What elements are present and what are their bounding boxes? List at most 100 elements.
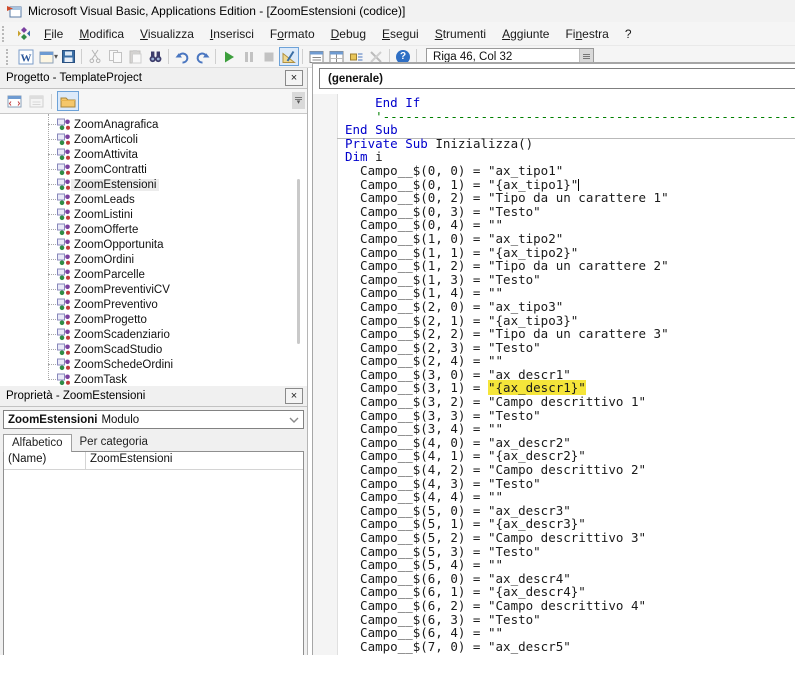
tree-item-zoomscadstudio[interactable]: ZoomScadStudio (0, 342, 307, 357)
code-line[interactable]: Campo__$(1, 3) = "Testo" (345, 273, 795, 287)
toolbar-grip-2[interactable] (6, 49, 13, 65)
tab-per-categoria[interactable]: Per categoria (72, 434, 156, 451)
toolbar-grip[interactable] (2, 26, 9, 42)
run-icon[interactable] (219, 47, 239, 66)
module-icon (57, 118, 71, 131)
save-icon[interactable] (58, 47, 78, 66)
code-line[interactable]: Campo__$(3, 2) = "Campo descrittivo 1" (345, 395, 795, 409)
code-line[interactable]: Campo__$(2, 2) = "Tipo da un carattere 3… (345, 327, 795, 341)
tree-item-zoompreventivo[interactable]: ZoomPreventivo (0, 297, 307, 312)
tab-alfabetico[interactable]: Alfabetico (3, 434, 72, 452)
menu-item-debug[interactable]: Debug (323, 24, 374, 44)
code-line[interactable]: End If (345, 96, 795, 110)
menu-item-finestra[interactable]: Finestra (557, 24, 616, 44)
tree-item-label: ZoomOrdini (71, 254, 137, 266)
design-mode-icon[interactable] (279, 47, 299, 66)
tree-item-zoomofferte[interactable]: ZoomOfferte (0, 222, 307, 237)
code-line[interactable]: Private Sub Inizializza() (345, 137, 795, 151)
margin-indicator-bar[interactable] (313, 94, 338, 655)
tree-item-label: ZoomProgetto (71, 314, 150, 326)
tree-item-label: ZoomListini (71, 209, 136, 221)
code-line[interactable]: Campo__$(6, 4) = "" (345, 626, 795, 640)
code-line[interactable]: End Sub (345, 123, 795, 137)
menu-item-file[interactable]: File (36, 24, 71, 44)
code-line[interactable]: Campo__$(2, 0) = "ax_tipo3" (345, 300, 795, 314)
code-line[interactable]: Campo__$(3, 1) = "{ax_descr1}" (345, 381, 795, 395)
view-code-icon[interactable] (4, 92, 24, 110)
menu-item-formato[interactable]: Formato (262, 24, 323, 44)
code-line[interactable]: Campo__$(2, 4) = "" (345, 354, 795, 368)
code-line[interactable]: '---------------------------------------… (345, 110, 795, 124)
code-line[interactable]: Campo__$(0, 2) = "Tipo da un carattere 1… (345, 191, 795, 205)
code-line[interactable]: Campo__$(3, 3) = "Testo" (345, 409, 795, 423)
code-line[interactable]: Campo__$(5, 3) = "Testo" (345, 545, 795, 559)
toggle-folders-icon[interactable] (57, 91, 79, 111)
code-line[interactable]: Campo__$(4, 4) = "" (345, 490, 795, 504)
code-line[interactable]: Campo__$(5, 4) = "" (345, 558, 795, 572)
properties-close-icon[interactable]: × (285, 388, 303, 404)
tree-item-zoomleads[interactable]: ZoomLeads (0, 192, 307, 207)
code-line[interactable]: Campo__$(5, 1) = "{ax_descr3}" (345, 517, 795, 531)
menu-item-modifica[interactable]: Modifica (71, 24, 132, 44)
code-editor[interactable]: End If '--------------------------------… (313, 94, 795, 655)
property-row: (Name) ZoomEstensioni (4, 452, 303, 470)
code-line[interactable]: Campo__$(5, 0) = "ax_descr3" (345, 504, 795, 518)
menu-item-visualizza[interactable]: Visualizza (132, 24, 202, 44)
menu-item-strumenti[interactable]: Strumenti (427, 24, 494, 44)
code-line[interactable]: Campo__$(1, 2) = "Tipo da un carattere 2… (345, 259, 795, 273)
undo-icon[interactable] (172, 47, 192, 66)
code-line[interactable]: Campo__$(4, 0) = "ax_descr2" (345, 436, 795, 450)
tree-item-zoomscadenziario[interactable]: ZoomScadenziario (0, 327, 307, 342)
code-line[interactable]: Campo__$(6, 0) = "ax_descr4" (345, 572, 795, 586)
find-icon[interactable] (145, 47, 165, 66)
code-line[interactable]: Campo__$(4, 2) = "Campo descrittivo 2" (345, 463, 795, 477)
code-line[interactable]: Campo__$(0, 4) = "" (345, 218, 795, 232)
scope-dropdown[interactable]: (generale) (319, 68, 795, 89)
tree-item-zoomestensioni[interactable]: ZoomEstensioni (0, 177, 307, 192)
tree-item-zoomarticoli[interactable]: ZoomArticoli (0, 132, 307, 147)
code-line[interactable]: Campo__$(6, 2) = "Campo descrittivo 4" (345, 599, 795, 613)
tree-item-zoomlistini[interactable]: ZoomListini (0, 207, 307, 222)
tree-item-zoomschedeordini[interactable]: ZoomSchedeOrdini (0, 357, 307, 372)
tree-item-zoomparcelle[interactable]: ZoomParcelle (0, 267, 307, 282)
code-line[interactable]: Campo__$(1, 0) = "ax_tipo2" (345, 232, 795, 246)
tree-item-zoomordini[interactable]: ZoomOrdini (0, 252, 307, 267)
tree-item-zoomanagrafica[interactable]: ZoomAnagrafica (0, 117, 307, 132)
code-line[interactable]: Campo__$(3, 4) = "" (345, 422, 795, 436)
menu-item-esegui[interactable]: Esegui (374, 24, 427, 44)
code-line[interactable]: Campo__$(0, 0) = "ax_tipo1" (345, 164, 795, 178)
property-value-cell[interactable]: ZoomEstensioni (86, 452, 303, 469)
project-close-icon[interactable]: × (285, 70, 303, 86)
menu-item-aggiunte[interactable]: Aggiunte (494, 24, 557, 44)
code-line[interactable]: Campo__$(6, 3) = "Testo" (345, 613, 795, 627)
code-line[interactable]: Campo__$(2, 3) = "Testo" (345, 341, 795, 355)
code-line[interactable]: Campo__$(4, 1) = "{ax_descr2}" (345, 449, 795, 463)
code-text[interactable]: End If '--------------------------------… (337, 96, 795, 655)
code-line[interactable]: Campo__$(4, 3) = "Testo" (345, 477, 795, 491)
menu-item-inserisci[interactable]: Inserisci (202, 24, 262, 44)
code-line[interactable]: Campo__$(7, 0) = "ax_descr5" (345, 640, 795, 654)
tree-item-zoomattivita[interactable]: ZoomAttivita (0, 147, 307, 162)
panel-overflow-icon[interactable]: ▾ (292, 92, 305, 109)
code-line[interactable]: Campo__$(1, 4) = "" (345, 286, 795, 300)
code-line[interactable]: Dim i (345, 150, 795, 164)
bottom-strip (0, 655, 795, 676)
tree-item-zoomcontratti[interactable]: ZoomContratti (0, 162, 307, 177)
tree-item-zoompreventivicv[interactable]: ZoomPreventiviCV (0, 282, 307, 297)
tree-item-zoomopportunita[interactable]: ZoomOpportunita (0, 237, 307, 252)
tree-item-zoomprogetto[interactable]: ZoomProgetto (0, 312, 307, 327)
menu-item-[interactable]: ? (617, 24, 640, 44)
code-line[interactable]: Campo__$(6, 1) = "{ax_descr4}" (345, 585, 795, 599)
code-line[interactable]: Campo__$(1, 1) = "{ax_tipo2}" (345, 246, 795, 260)
redo-icon[interactable] (192, 47, 212, 66)
code-line[interactable]: Campo__$(0, 3) = "Testo" (345, 205, 795, 219)
tree-item-zoomtask[interactable]: ZoomTask (0, 372, 307, 386)
code-line[interactable]: Campo__$(3, 0) = "ax_descr1" (345, 368, 795, 382)
tree-scrollbar-thumb[interactable] (297, 179, 300, 344)
code-line[interactable]: Campo__$(2, 1) = "{ax_tipo3}" (345, 314, 795, 328)
insert-userform-icon[interactable] (36, 47, 56, 66)
properties-object-combo[interactable]: ZoomEstensioni Modulo (3, 410, 304, 429)
view-word-icon[interactable]: W (16, 47, 36, 66)
code-line[interactable]: Campo__$(0, 1) = "{ax_tipo1}" (345, 178, 795, 192)
code-line[interactable]: Campo__$(5, 2) = "Campo descrittivo 3" (345, 531, 795, 545)
